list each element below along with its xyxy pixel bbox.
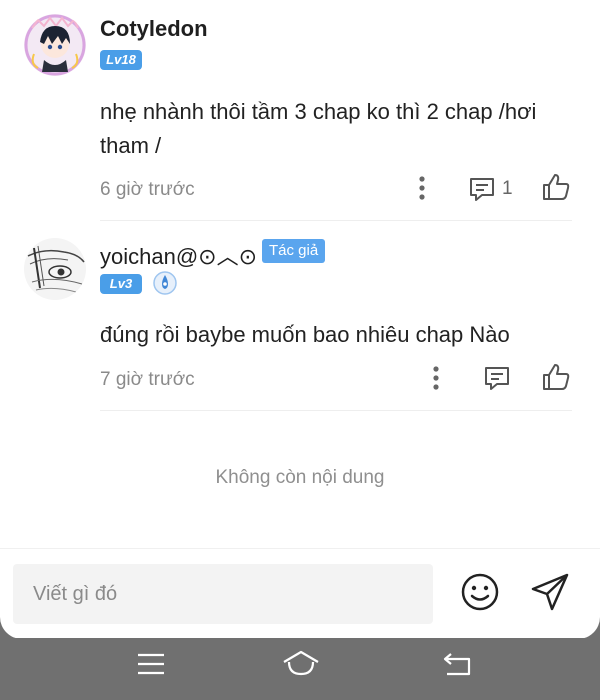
home-icon [283, 650, 319, 676]
menu-icon [138, 653, 164, 675]
thumbs-up-icon [543, 364, 570, 390]
divider [100, 410, 572, 411]
system-navigation-bar [0, 638, 600, 700]
timestamp: 7 giờ trước [100, 369, 195, 390]
comment-item: yoichan@⊙︿⊙ Tác giả Lv3 đúng rồi baybe m… [0, 222, 600, 412]
username[interactable]: yoichan@⊙︿⊙ [100, 239, 257, 271]
verified-badge [153, 271, 177, 300]
emoji-icon [461, 573, 499, 611]
avatar[interactable] [24, 14, 86, 76]
like-button[interactable] [541, 362, 571, 392]
more-button[interactable] [411, 174, 433, 202]
emoji-button[interactable] [460, 572, 500, 617]
reply-button[interactable] [483, 363, 511, 393]
level-badge: Lv18 [100, 50, 142, 70]
comment-icon [470, 178, 494, 201]
comment-input[interactable] [13, 564, 433, 624]
comment-text: đúng rồi baybe muốn bao nhiêu chap Nào [100, 322, 510, 347]
more-vertical-icon [433, 366, 439, 390]
thumbs-up-icon [543, 174, 570, 200]
level-badge: Lv3 [100, 274, 142, 294]
comment-composer [0, 548, 600, 639]
avatar[interactable] [24, 238, 86, 300]
comment-icon [485, 367, 509, 390]
send-button[interactable] [529, 571, 571, 618]
menu-button[interactable] [135, 648, 167, 685]
comment-text: nhẹ nhành thôi tầm 3 chap ko thì 2 chap … [100, 99, 537, 158]
home-button[interactable] [281, 648, 321, 685]
divider [100, 220, 572, 221]
author-tag: Tác giả [262, 239, 326, 263]
reply-button[interactable]: 1 [468, 174, 513, 204]
username[interactable]: Cotyledon [100, 16, 208, 42]
timestamp: 6 giờ trước [100, 179, 195, 200]
like-button[interactable] [541, 172, 571, 202]
end-of-content-message: Không còn nội dung [215, 467, 385, 488]
verified-badge-icon [153, 271, 177, 295]
comment-input-container[interactable] [13, 564, 433, 624]
send-icon [531, 573, 569, 611]
more-vertical-icon [419, 176, 425, 200]
reply-count: 1 [502, 178, 513, 199]
comment-item: Cotyledon Lv18 nhẹ nhành thôi tầm 3 chap… [0, 0, 600, 222]
back-icon [443, 653, 471, 676]
back-button[interactable] [441, 648, 473, 685]
more-button[interactable] [425, 364, 447, 392]
